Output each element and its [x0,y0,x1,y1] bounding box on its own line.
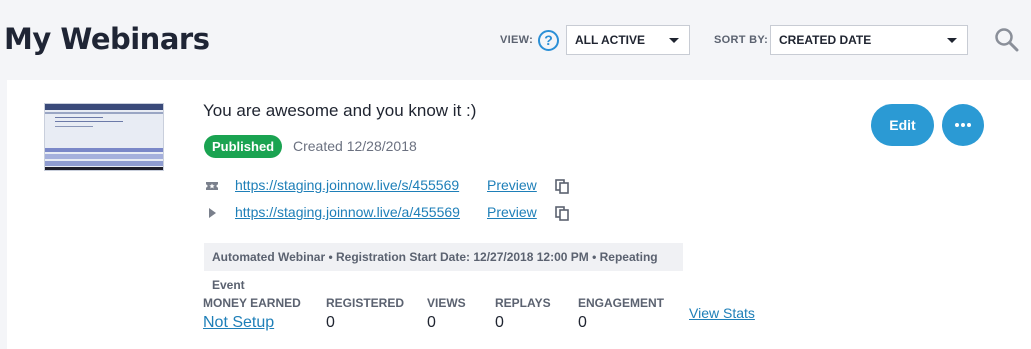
view-select[interactable]: ALL ACTIVE [566,25,690,55]
registration-preview-link[interactable]: Preview [487,177,537,193]
help-icon[interactable]: ? [538,30,559,51]
chevron-down-icon [947,38,957,43]
chevron-down-icon [669,38,679,43]
replays-label: REPLAYS [495,296,551,310]
dot [967,123,971,127]
engagement-value: 0 [578,314,587,331]
registered-value: 0 [326,314,335,331]
copy-icon[interactable] [555,179,569,194]
webinar-info-strip: Automated Webinar • Registration Start D… [204,243,683,292]
sort-select-value: CREATED DATE [779,33,872,47]
money-earned-label: MONEY EARNED [203,296,301,310]
ticket-icon [206,182,218,190]
money-earned-setup-link[interactable]: Not Setup [203,314,274,332]
view-stats-link[interactable]: View Stats [689,305,755,321]
sort-select[interactable]: CREATED DATE [770,25,968,55]
attendee-preview-link[interactable]: Preview [487,204,537,220]
edit-button[interactable]: Edit [871,104,934,146]
view-label: VIEW: [500,34,534,46]
registered-label: REGISTERED [326,296,405,310]
webinar-title[interactable]: You are awesome and you know it :) [203,101,476,121]
dot [955,123,959,127]
play-icon [209,208,216,218]
copy-icon[interactable] [555,206,569,221]
sort-label: SORT BY: [714,34,769,46]
created-date: Created 12/28/2018 [293,138,417,154]
views-value: 0 [427,314,436,331]
page-title: My Webinars [4,22,210,56]
registration-link[interactable]: https://staging.joinnow.live/s/455569 [235,177,459,193]
dot [961,123,965,127]
replays-value: 0 [495,314,504,331]
attendee-link[interactable]: https://staging.joinnow.live/a/455569 [235,204,460,220]
engagement-label: ENGAGEMENT [578,296,665,310]
more-options-button[interactable] [942,104,984,146]
views-label: VIEWS [427,296,466,310]
status-badge: Published [204,135,283,158]
search-icon[interactable] [994,27,1020,53]
view-select-value: ALL ACTIVE [575,33,646,47]
webinar-thumbnail[interactable] [44,103,164,171]
